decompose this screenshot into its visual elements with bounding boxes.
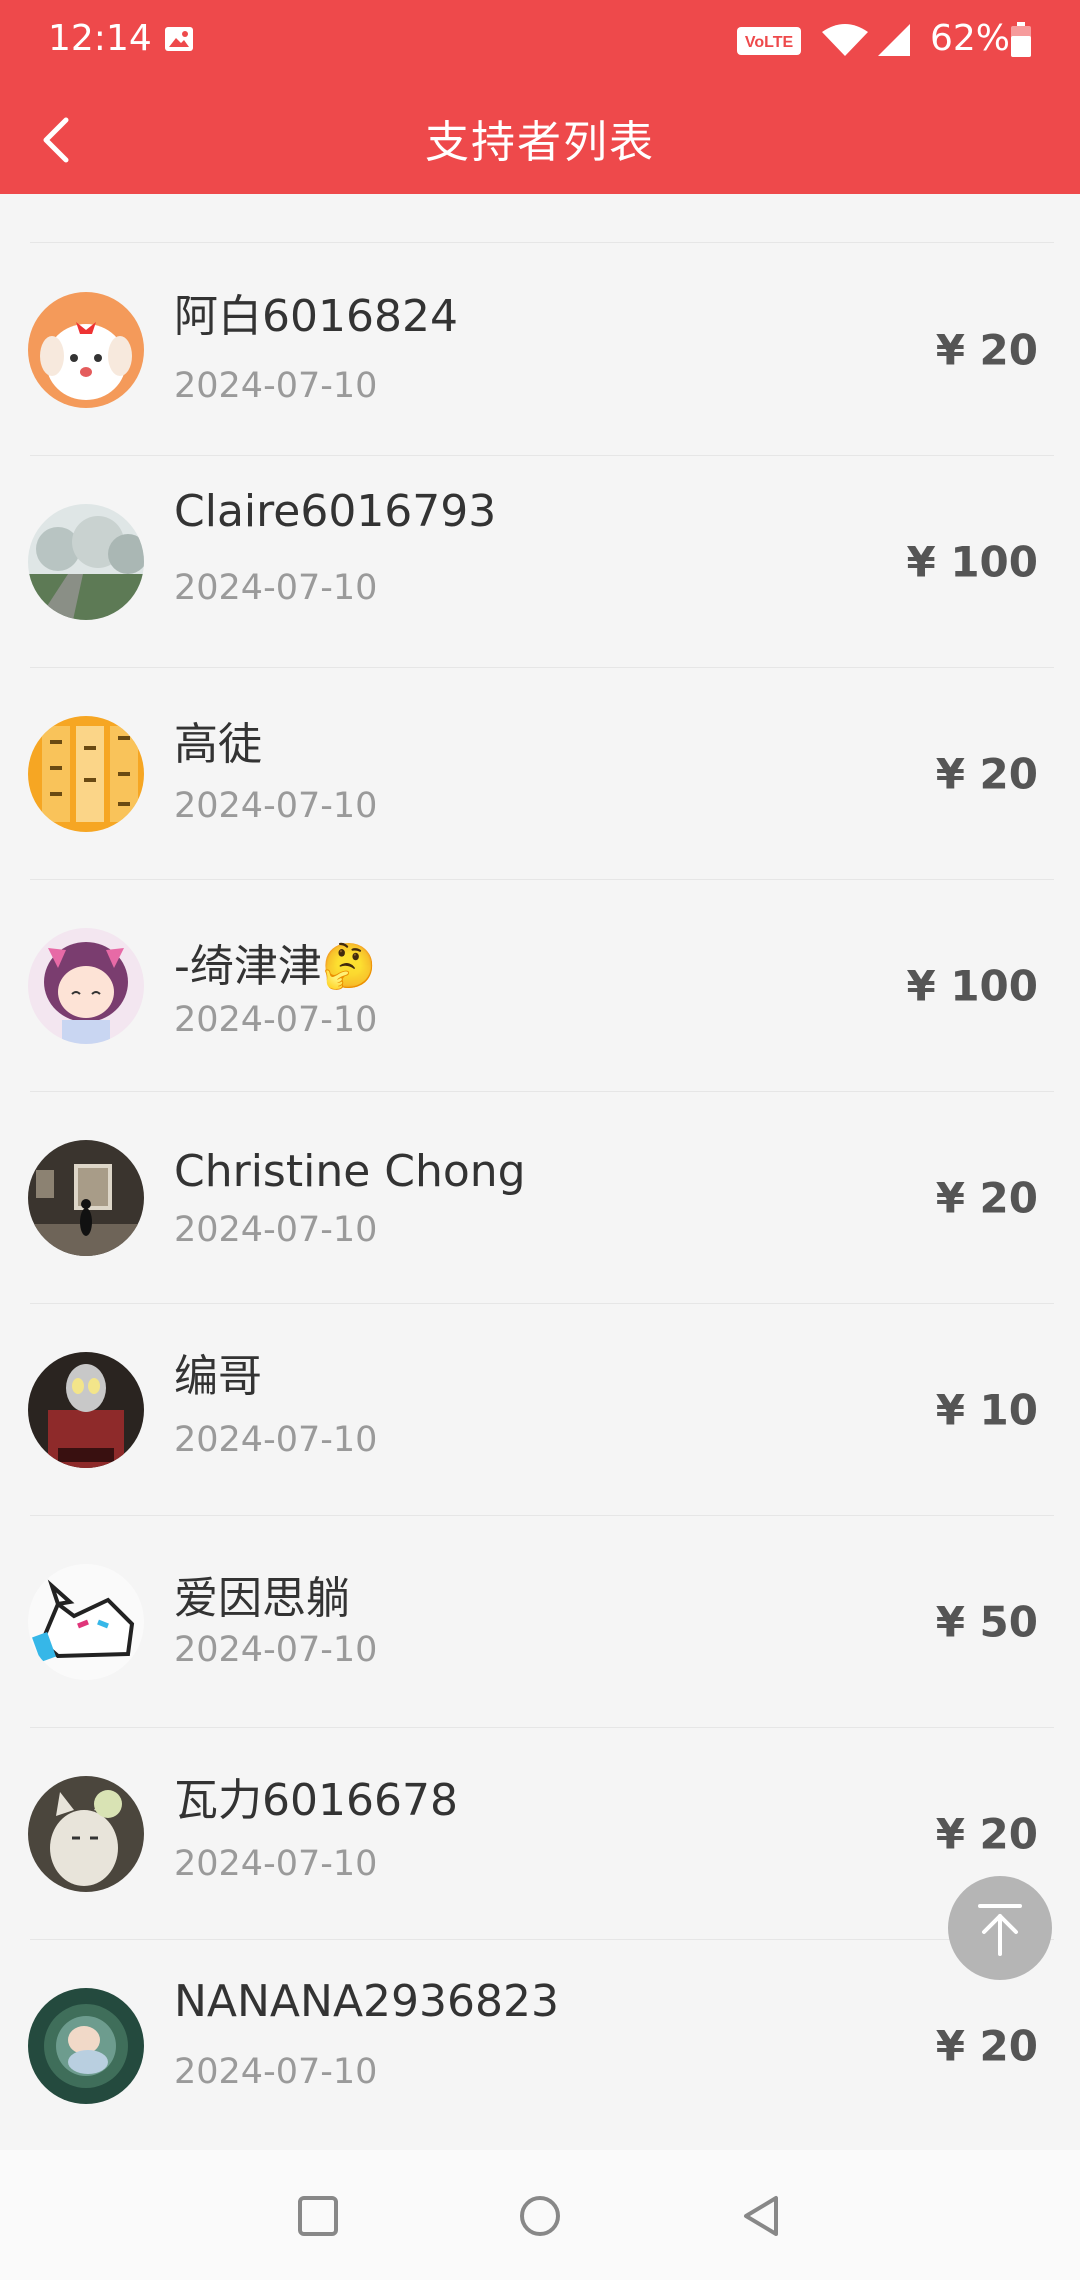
supporter-name: NANANA2936823 <box>174 1976 559 2027</box>
support-date: 2024-07-10 <box>174 1844 378 1884</box>
avatar <box>28 504 144 620</box>
page-title: 支持者列表 <box>425 117 655 168</box>
cat-flower-avatar-icon <box>28 1776 144 1892</box>
baby-avatar-icon <box>28 1988 144 2104</box>
supporter-name: -绮津津🤔 <box>174 941 377 992</box>
support-amount: ¥ 20 <box>935 325 1038 375</box>
signal-icon <box>878 24 910 56</box>
supporter-name: 爱因思躺 <box>174 1573 350 1624</box>
support-date: 2024-07-10 <box>174 786 378 826</box>
support-amount: ¥ 10 <box>935 1385 1038 1435</box>
arrow-up-to-top-icon <box>978 1904 1022 1956</box>
support-date: 2024-07-10 <box>174 1000 378 1040</box>
image-notification-icon <box>165 27 193 51</box>
support-date: 2024-07-10 <box>174 1210 378 1250</box>
volte-icon: VoLTE <box>737 27 801 55</box>
avatar <box>28 1564 144 1680</box>
list-item[interactable]: -绮津津🤔 2024-07-10 ¥ 100 <box>0 880 1080 1092</box>
avatar <box>28 292 144 408</box>
app-header: 12:14 VoLTE 62% 支持者列表 <box>0 0 1080 194</box>
support-date: 2024-07-10 <box>174 568 378 608</box>
calligraphy-avatar-icon <box>28 716 144 832</box>
avatar <box>28 1140 144 1256</box>
wifi-icon <box>822 24 868 56</box>
home-circle-icon[interactable] <box>514 2190 566 2242</box>
recents-square-icon[interactable] <box>292 2190 344 2242</box>
battery-icon <box>1011 22 1031 57</box>
support-date: 2024-07-10 <box>174 366 378 406</box>
support-amount: ¥ 20 <box>935 1173 1038 1223</box>
support-amount: ¥ 100 <box>906 961 1038 1011</box>
cartoon-dog-avatar-icon <box>28 292 144 408</box>
support-date: 2024-07-10 <box>174 2052 378 2092</box>
back-triangle-icon[interactable] <box>736 2190 788 2242</box>
supporter-name: 阿白6016824 <box>174 291 458 342</box>
supporter-name: Christine Chong <box>174 1146 526 1197</box>
trees-avatar-icon <box>28 504 144 620</box>
list-item[interactable]: 瓦力6016678 2024-07-10 ¥ 20 <box>0 1728 1080 1940</box>
list-item[interactable]: 爱因思躺 2024-07-10 ¥ 50 <box>0 1516 1080 1728</box>
gallery-avatar-icon <box>28 1140 144 1256</box>
support-amount: ¥ 20 <box>935 749 1038 799</box>
status-bar: 12:14 VoLTE 62% <box>0 0 1080 80</box>
list-item[interactable]: 阿白6016824 2024-07-10 ¥ 20 <box>0 244 1080 456</box>
list-item[interactable]: 高徒 2024-07-10 ¥ 20 <box>0 668 1080 880</box>
supporter-name: 瓦力6016678 <box>174 1775 458 1826</box>
supporter-name: 高徒 <box>174 719 262 770</box>
support-date: 2024-07-10 <box>174 1420 378 1460</box>
support-amount: ¥ 20 <box>935 1809 1038 1859</box>
avatar <box>28 1352 144 1468</box>
battery-percent: 62% <box>930 18 1011 59</box>
list-item[interactable]: NANANA2936823 2024-07-10 ¥ 20 <box>0 1940 1080 2152</box>
support-amount: ¥ 50 <box>935 1597 1038 1647</box>
system-nav-bar <box>0 2150 1080 2280</box>
list-item[interactable]: Christine Chong 2024-07-10 ¥ 20 <box>0 1092 1080 1304</box>
support-date: 2024-07-10 <box>174 1630 378 1670</box>
back-to-top-button[interactable] <box>948 1876 1052 1980</box>
svg-text:VoLTE: VoLTE <box>745 34 794 51</box>
supporter-name: 编哥 <box>174 1351 262 1402</box>
list-item[interactable]: 编哥 2024-07-10 ¥ 10 <box>0 1304 1080 1516</box>
support-amount: ¥ 100 <box>906 537 1038 587</box>
anime-girl-avatar-icon <box>28 928 144 1044</box>
list-item[interactable]: Claire6016793 2024-07-10 ¥ 100 <box>0 456 1080 668</box>
avatar <box>28 928 144 1044</box>
status-time: 12:14 <box>48 18 152 59</box>
avatar <box>28 1988 144 2104</box>
cartoon-cat-avatar-icon <box>28 1564 144 1680</box>
ultraman-avatar-icon <box>28 1352 144 1468</box>
avatar <box>28 716 144 832</box>
avatar <box>28 1776 144 1892</box>
supporter-name: Claire6016793 <box>174 486 497 537</box>
divider <box>30 242 1054 243</box>
support-amount: ¥ 20 <box>935 2021 1038 2071</box>
